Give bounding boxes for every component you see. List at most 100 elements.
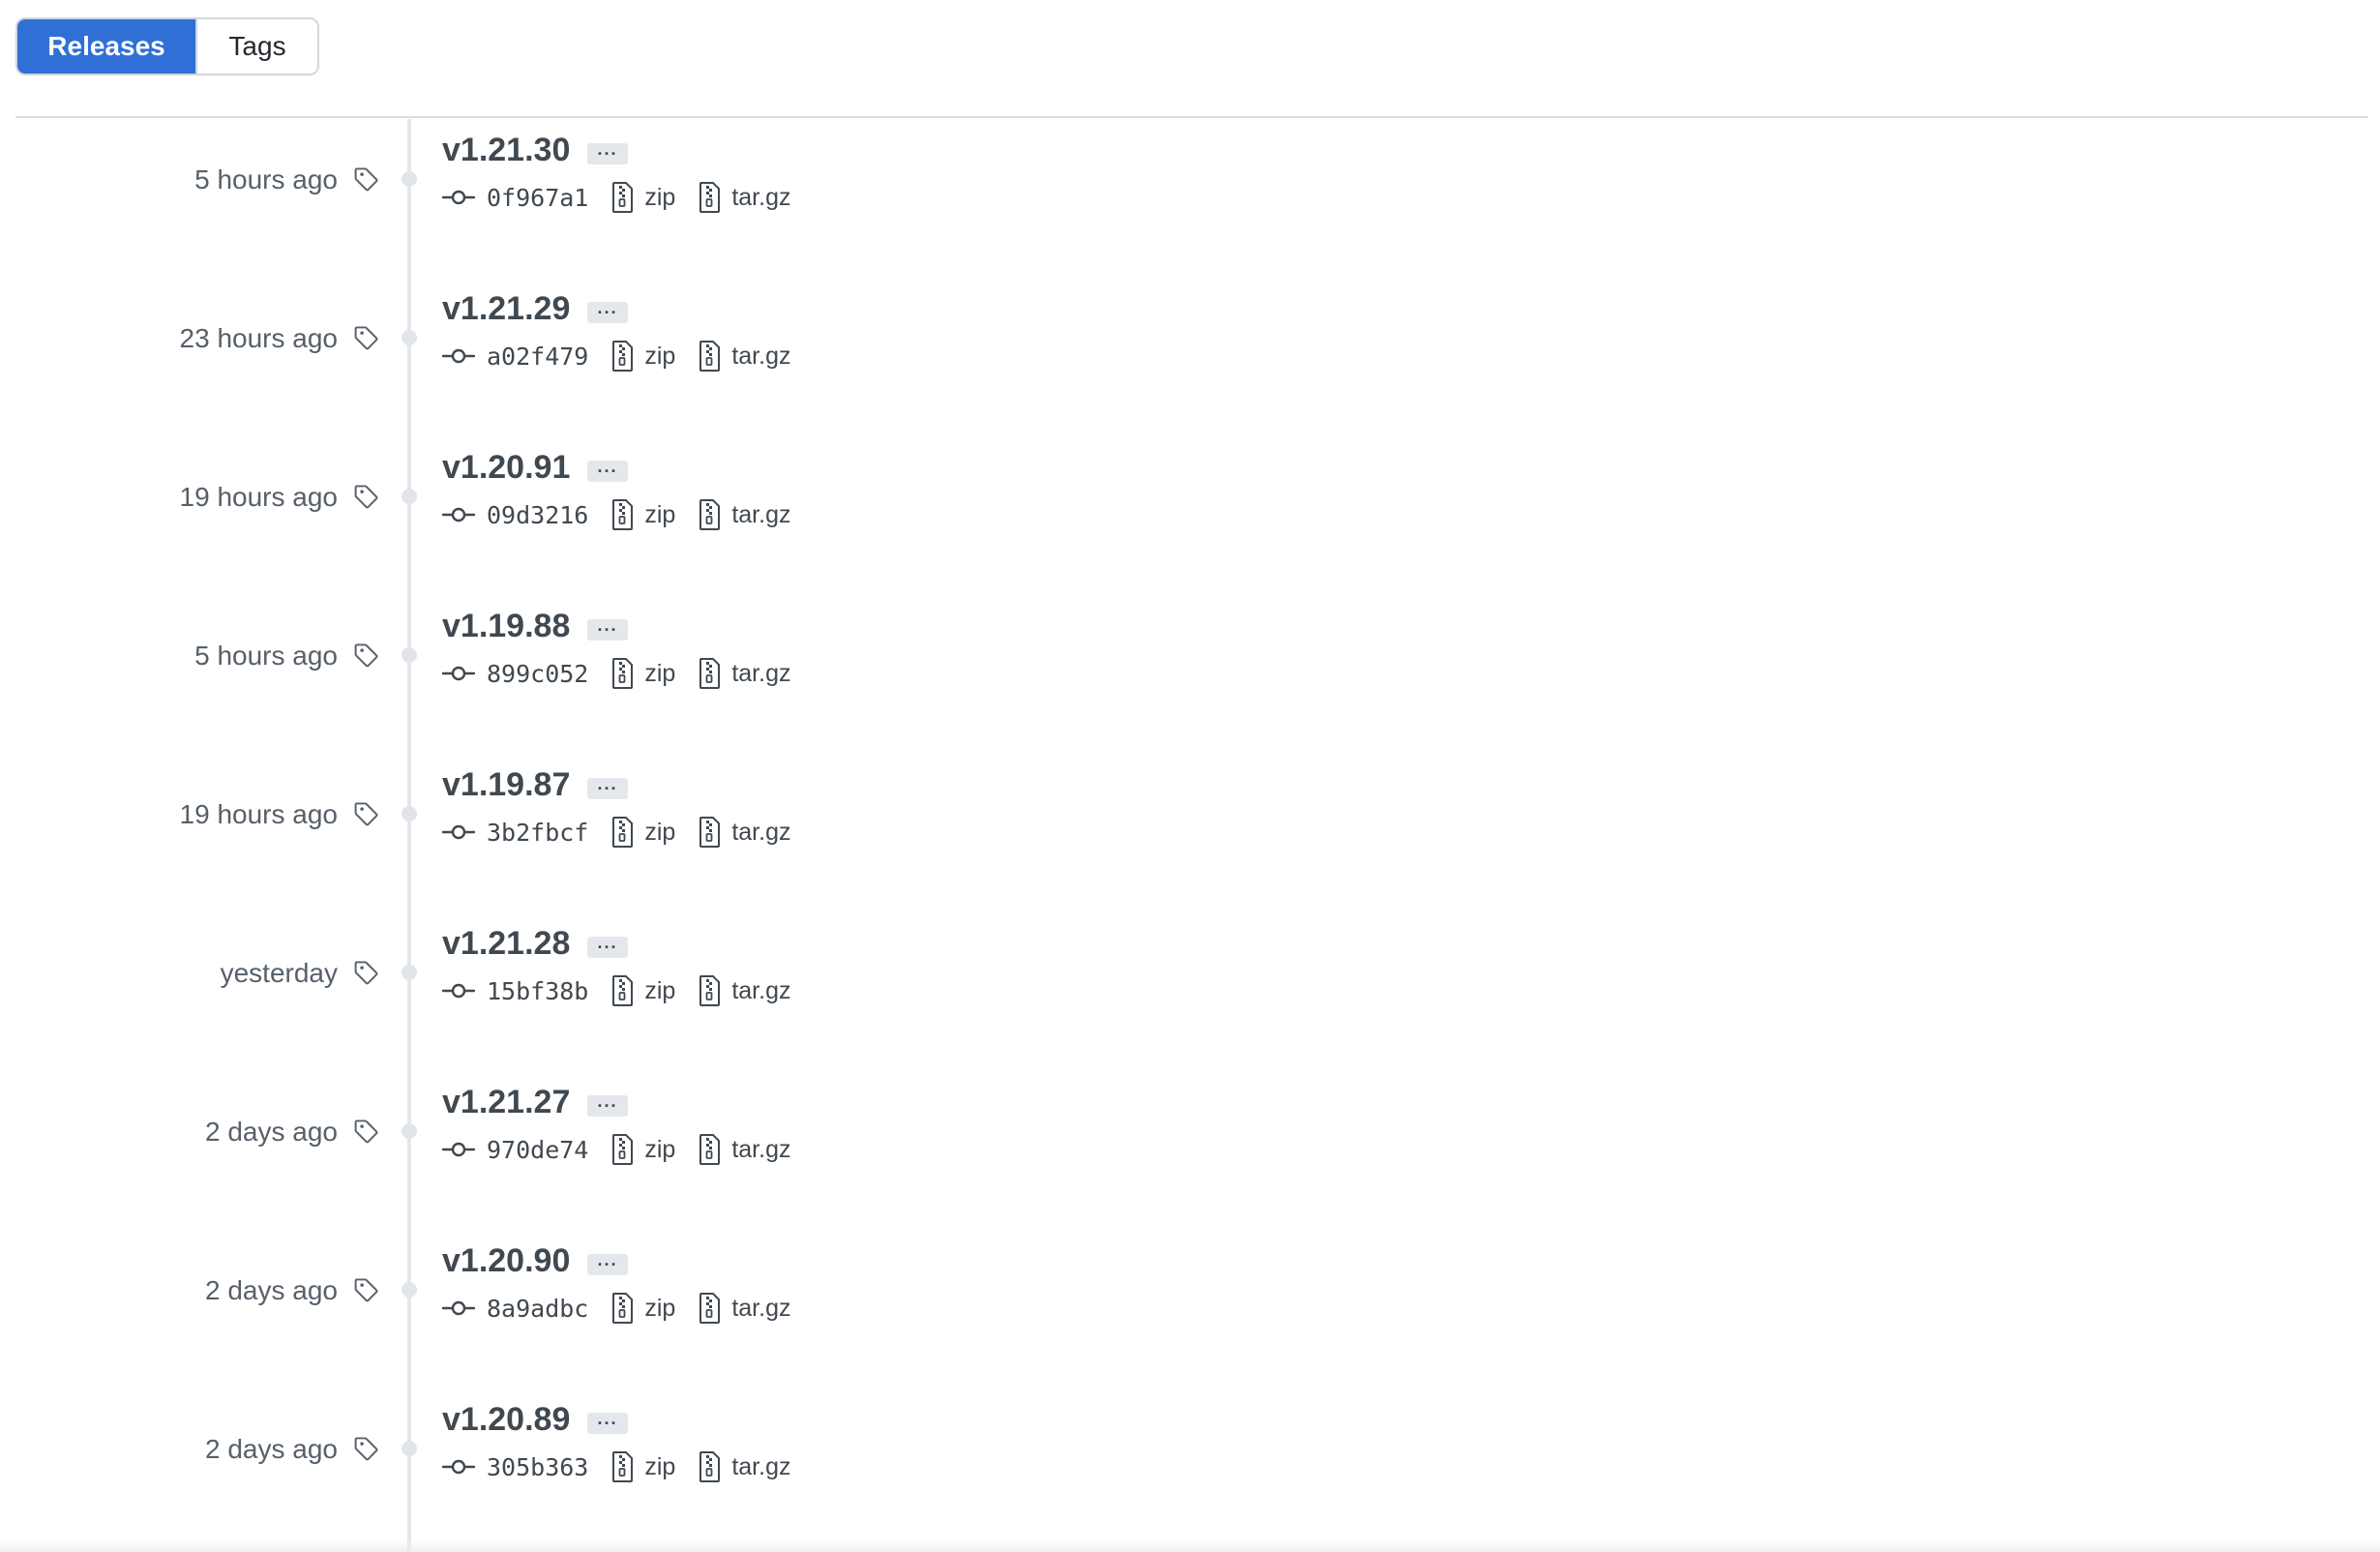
file-zip-icon [612,1451,634,1482]
file-zip-icon [699,658,721,689]
file-zip-icon [699,1293,721,1324]
header-divider [15,116,2368,118]
more-button[interactable]: ··· [587,302,628,323]
targz-download-link[interactable]: tar.gz [731,1295,790,1323]
zip-download-link[interactable]: zip [644,184,675,212]
timeline-dot [402,1441,417,1456]
more-button[interactable]: ··· [587,619,628,641]
commit-sha-link[interactable]: 970de74 [487,1136,588,1164]
targz-download-link[interactable]: tar.gz [731,1136,790,1164]
release-entry: 2 days ago v1.20.89 ··· 305b363 zip tar.… [0,1391,2380,1550]
targz-download-link[interactable]: tar.gz [731,343,790,371]
tab-tags[interactable]: Tags [195,19,317,74]
timeline-dot [402,1123,417,1139]
file-zip-icon [612,341,634,372]
git-commit-icon [442,190,475,205]
release-version-link[interactable]: v1.21.27 [442,1084,570,1121]
release-date: 2 days ago [205,1117,338,1147]
commit-sha-link[interactable]: 15bf38b [487,977,588,1005]
file-zip-icon [699,1451,721,1482]
commit-sha-link[interactable]: 0f967a1 [487,184,588,212]
release-entry: yesterday v1.21.28 ··· 15bf38b zip tar.g… [0,915,2380,1074]
git-commit-icon [442,1300,475,1316]
tag-icon [354,802,378,826]
git-commit-icon [442,1459,475,1475]
file-zip-icon [612,817,634,848]
release-version-link[interactable]: v1.20.91 [442,449,570,487]
tag-icon [354,643,378,668]
more-button[interactable]: ··· [587,1254,628,1275]
file-zip-icon [699,975,721,1006]
release-meta: a02f479 zip tar.gz [442,335,814,377]
tag-icon [354,167,378,192]
file-zip-icon [612,182,634,213]
tag-icon [354,1437,378,1461]
more-button[interactable]: ··· [587,1413,628,1434]
release-meta: 305b363 zip tar.gz [442,1446,814,1488]
tag-icon [354,961,378,985]
commit-sha-link[interactable]: 305b363 [487,1453,588,1481]
release-entry: 5 hours ago v1.19.88 ··· 899c052 zip tar… [0,598,2380,757]
release-version-link[interactable]: v1.20.89 [442,1401,570,1439]
zip-download-link[interactable]: zip [644,819,675,847]
commit-sha-link[interactable]: 09d3216 [487,501,588,529]
release-entry: 19 hours ago v1.19.87 ··· 3b2fbcf zip ta… [0,757,2380,915]
targz-download-link[interactable]: tar.gz [731,1453,790,1481]
timeline-dot [402,806,417,821]
release-entry: 2 days ago v1.21.27 ··· 970de74 zip tar.… [0,1074,2380,1233]
commit-sha-link[interactable]: a02f479 [487,343,588,371]
bottom-fade [0,1540,2380,1552]
release-version-link[interactable]: v1.21.28 [442,925,570,963]
targz-download-link[interactable]: tar.gz [731,501,790,529]
zip-download-link[interactable]: zip [644,1295,675,1323]
targz-download-link[interactable]: tar.gz [731,660,790,688]
zip-download-link[interactable]: zip [644,977,675,1005]
release-date: 5 hours ago [194,641,338,671]
release-version-link[interactable]: v1.19.87 [442,766,570,804]
release-entry: 5 hours ago v1.21.30 ··· 0f967a1 zip tar… [0,122,2380,281]
release-date: 5 hours ago [194,164,338,194]
more-button[interactable]: ··· [587,778,628,799]
timeline-dot [402,171,417,187]
more-button[interactable]: ··· [587,461,628,482]
file-zip-icon [699,182,721,213]
tag-icon [354,485,378,509]
release-date: yesterday [220,958,338,988]
timeline-dot [402,647,417,663]
release-meta: 15bf38b zip tar.gz [442,970,814,1012]
targz-download-link[interactable]: tar.gz [731,819,790,847]
tab-releases[interactable]: Releases [17,19,195,74]
zip-download-link[interactable]: zip [644,501,675,529]
file-zip-icon [699,1134,721,1165]
release-version-link[interactable]: v1.21.30 [442,132,570,169]
commit-sha-link[interactable]: 3b2fbcf [487,819,588,847]
more-button[interactable]: ··· [587,143,628,164]
zip-download-link[interactable]: zip [644,660,675,688]
release-version-link[interactable]: v1.21.29 [442,290,570,328]
zip-download-link[interactable]: zip [644,343,675,371]
file-zip-icon [612,1293,634,1324]
more-button[interactable]: ··· [587,937,628,958]
releases-page: Releases Tags 5 hours ago v1.21.30 ··· 0… [0,0,2380,1552]
zip-download-link[interactable]: zip [644,1453,675,1481]
more-button[interactable]: ··· [587,1095,628,1117]
timeline-dot [402,965,417,980]
release-date: 23 hours ago [179,323,338,353]
release-version-link[interactable]: v1.19.88 [442,608,570,645]
commit-sha-link[interactable]: 899c052 [487,660,588,688]
release-entry: 19 hours ago v1.20.91 ··· 09d3216 zip ta… [0,439,2380,598]
release-version-link[interactable]: v1.20.90 [442,1242,570,1280]
release-entry: 2 days ago v1.20.90 ··· 8a9adbc zip tar.… [0,1233,2380,1391]
release-date: 2 days ago [205,1434,338,1464]
file-zip-icon [612,658,634,689]
commit-sha-link[interactable]: 8a9adbc [487,1295,588,1323]
targz-download-link[interactable]: tar.gz [731,184,790,212]
release-meta: 3b2fbcf zip tar.gz [442,811,814,853]
release-entry: 23 hours ago v1.21.29 ··· a02f479 zip ta… [0,281,2380,439]
timeline-dot [402,489,417,504]
file-zip-icon [612,1134,634,1165]
targz-download-link[interactable]: tar.gz [731,977,790,1005]
release-meta: 0f967a1 zip tar.gz [442,176,814,219]
file-zip-icon [699,499,721,530]
zip-download-link[interactable]: zip [644,1136,675,1164]
